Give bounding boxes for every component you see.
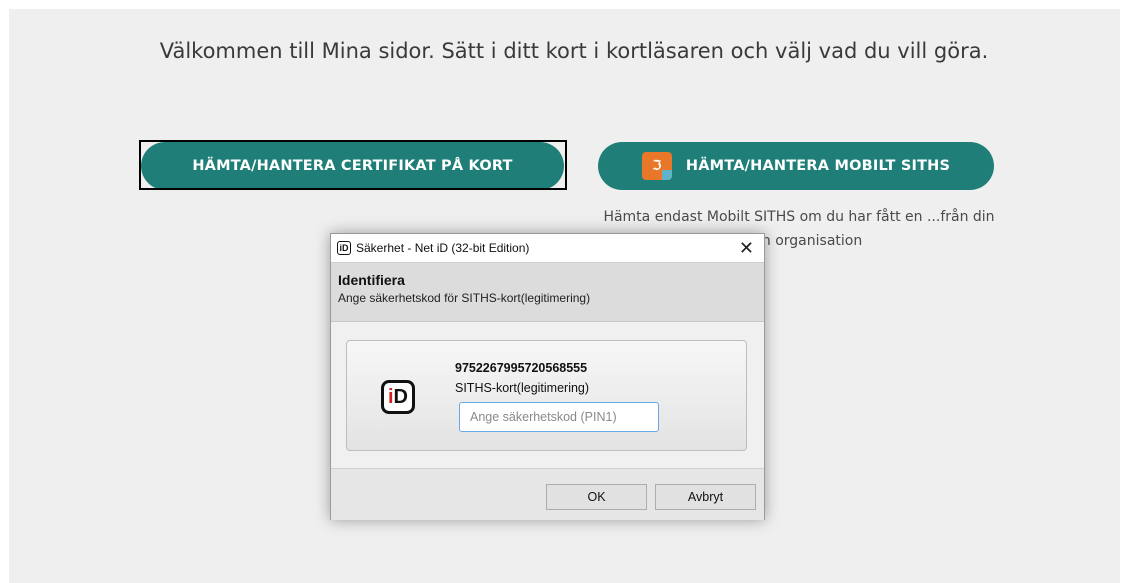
netid-logo-icon: iD	[381, 380, 415, 414]
welcome-text: Välkommen till Mina sidor. Sätt i ditt k…	[159, 39, 989, 63]
page-background: Välkommen till Mina sidor. Sätt i ditt k…	[9, 9, 1120, 583]
dialog-footer: OK Avbryt	[331, 468, 764, 520]
dialog-header: Identifiera Ange säkerhetskod för SITHS-…	[331, 262, 764, 322]
security-dialog: iD Säkerhet - Net iD (32-bit Edition) ✕ …	[330, 233, 765, 520]
get-certificate-label: HÄMTA/HANTERA CERTIFIKAT PÅ KORT	[192, 158, 513, 174]
close-icon[interactable]: ✕	[739, 239, 754, 257]
card-number: 9752267995720568555	[455, 361, 588, 375]
ok-button[interactable]: OK	[546, 484, 647, 510]
dialog-titlebar[interactable]: iD Säkerhet - Net iD (32-bit Edition) ✕	[331, 234, 764, 262]
netid-small-icon: iD	[337, 241, 351, 255]
card-type: SITHS-kort(legitimering)	[455, 381, 590, 395]
get-mobile-siths-label: HÄMTA/HANTERA MOBILT SITHS	[685, 158, 951, 174]
pin-input[interactable]	[459, 402, 659, 432]
siths-app-icon: ℑ	[641, 152, 672, 180]
dialog-title: Säkerhet - Net iD (32-bit Edition)	[356, 241, 530, 255]
get-mobile-siths-button[interactable]: ℑ HÄMTA/HANTERA MOBILT SITHS	[598, 142, 994, 190]
cancel-button[interactable]: Avbryt	[655, 484, 756, 510]
dialog-header-subtitle: Ange säkerhetskod för SITHS-kort(legitim…	[338, 291, 591, 305]
get-certificate-button[interactable]: HÄMTA/HANTERA CERTIFIKAT PÅ KORT	[141, 142, 564, 190]
dialog-header-title: Identifiera	[338, 272, 405, 288]
card-panel: iD 9752267995720568555 SITHS-kort(legiti…	[346, 340, 747, 451]
